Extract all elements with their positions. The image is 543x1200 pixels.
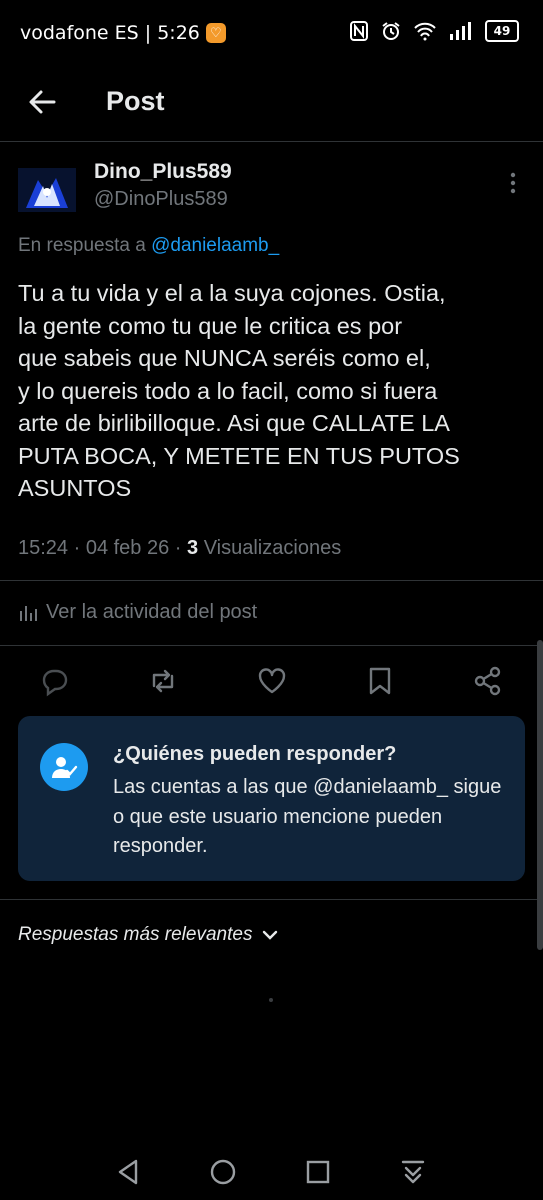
post-activity-link[interactable]: Ver la actividad del post xyxy=(18,601,257,624)
who-can-reply-card: ¿Quiénes pueden responder? Las cuentas a… xyxy=(18,716,525,881)
repost-icon[interactable] xyxy=(146,664,180,698)
carrier-time: vodafone ES | 5:26 xyxy=(20,22,200,44)
card-title: ¿Quiénes pueden responder? xyxy=(113,743,397,765)
post-timestamp: 15:24 · 04 feb 26 · xyxy=(18,537,188,559)
post-meta: 15:24 · 04 feb 26 · 3 Visualizaciones xyxy=(18,537,341,560)
nav-recents-icon[interactable] xyxy=(303,1157,333,1187)
analytics-icon xyxy=(20,605,37,621)
loading-indicator xyxy=(269,998,273,1002)
display-name[interactable]: Dino_Plus589 xyxy=(94,160,232,184)
wifi-icon xyxy=(414,22,436,41)
meta-divider xyxy=(0,580,543,581)
replies-sort-dropdown[interactable]: Respuestas más relevantes xyxy=(18,924,278,946)
battery-icon: 49 xyxy=(485,20,519,42)
activity-label: Ver la actividad del post xyxy=(46,601,258,623)
reply-icon[interactable] xyxy=(38,664,72,698)
views-count: 3 xyxy=(187,537,199,559)
status-left: vodafone ES | 5:26 ♡ xyxy=(20,22,226,44)
reply-to-link[interactable]: @danielaamb_ xyxy=(151,235,279,256)
alarm-icon xyxy=(382,22,400,40)
page-title: Post xyxy=(106,86,165,116)
status-right: 49 xyxy=(349,20,519,42)
status-bar: vodafone ES | 5:26 ♡ 49 xyxy=(0,0,543,70)
sort-label: Respuestas más relevantes xyxy=(18,924,253,945)
reply-context: En respuesta a @danielaamb_ xyxy=(18,235,279,257)
nav-home-icon[interactable] xyxy=(208,1157,238,1187)
scrollbar[interactable] xyxy=(537,640,543,950)
header-divider xyxy=(0,141,543,142)
notification-badge-icon: ♡ xyxy=(205,23,226,43)
nav-back-icon[interactable] xyxy=(114,1157,144,1187)
mention-user-icon xyxy=(40,743,88,791)
post-text: Tu a tu vida y el a la suya cojones. Ost… xyxy=(18,280,460,501)
views-label: Visualizaciones xyxy=(198,537,342,559)
nav-notifications-icon[interactable] xyxy=(398,1157,428,1187)
like-icon[interactable] xyxy=(255,664,289,698)
nfc-icon xyxy=(350,21,368,41)
chevron-down-icon xyxy=(263,930,278,940)
avatar[interactable] xyxy=(18,168,76,212)
arrow-left-icon[interactable] xyxy=(24,84,60,120)
more-options-icon[interactable] xyxy=(504,170,522,196)
card-divider xyxy=(0,899,543,900)
bookmark-icon[interactable] xyxy=(363,664,397,698)
user-handle[interactable]: @DinoPlus589 xyxy=(94,188,228,211)
signal-icon xyxy=(450,22,471,40)
share-icon[interactable] xyxy=(471,664,505,698)
reply-prefix: En respuesta a xyxy=(18,235,146,256)
card-body: Las cuentas a las que @danielaamb_ sigue… xyxy=(113,776,502,857)
activity-divider xyxy=(0,645,543,646)
